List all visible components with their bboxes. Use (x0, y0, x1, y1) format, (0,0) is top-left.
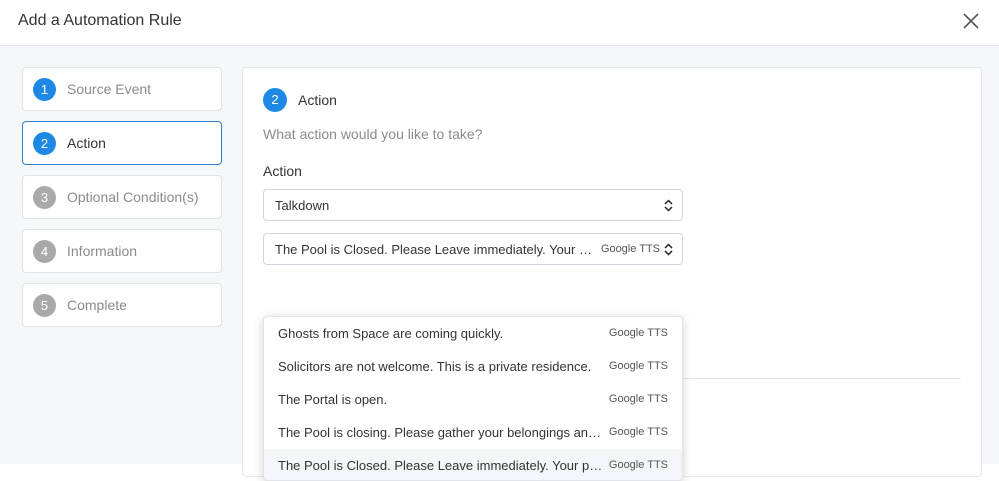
step-number-badge: 1 (33, 78, 56, 101)
action-type-select[interactable]: Talkdown (263, 189, 683, 221)
dropdown-option[interactable]: The Pool is closing. Please gather your … (264, 416, 682, 449)
step-number-badge: 2 (33, 132, 56, 155)
step-source-event[interactable]: 1 Source Event (22, 67, 222, 111)
modal-body: 1 Source Event 2 Action 3 Optional Condi… (0, 46, 999, 481)
tts-provider-tag: Google TTS (608, 327, 668, 339)
step-label: Action (67, 135, 106, 151)
modal-title: Add a Automation Rule (18, 12, 182, 29)
dropdown-option[interactable]: Ghosts from Space are coming quickly. Go… (264, 317, 682, 350)
panel-title: Action (298, 92, 337, 108)
action-field-label: Action (263, 163, 302, 179)
talkdown-message-value: The Pool is Closed. Please Leave immedia… (275, 242, 597, 257)
step-action[interactable]: 2 Action (22, 121, 222, 165)
option-text: Solicitors are not welcome. This is a pr… (278, 359, 592, 374)
step-complete[interactable]: 5 Complete (22, 283, 222, 327)
step-label: Complete (67, 297, 127, 313)
step-number-badge: 4 (33, 240, 56, 263)
tts-provider-tag: Google TTS (608, 459, 668, 471)
close-icon (963, 13, 979, 29)
talkdown-message-select[interactable]: The Pool is Closed. Please Leave immedia… (263, 233, 683, 265)
tts-provider-tag: Google TTS (608, 393, 668, 405)
step-list: 1 Source Event 2 Action 3 Optional Condi… (22, 67, 222, 337)
panel-step-badge: 2 (263, 88, 287, 112)
step-label: Optional Condition(s) (67, 189, 199, 205)
dropdown-option[interactable]: Solicitors are not welcome. This is a pr… (264, 350, 682, 383)
action-type-value: Talkdown (275, 198, 330, 213)
dropdown-option[interactable]: The Portal is open. Google TTS (264, 383, 682, 416)
option-text: The Pool is Closed. Please Leave immedia… (278, 458, 606, 473)
step-label: Information (67, 243, 138, 259)
tts-provider-tag: Google TTS (600, 243, 660, 255)
step-information[interactable]: 4 Information (22, 229, 222, 273)
updown-chevron-icon (664, 243, 673, 256)
panel-subtitle: What action would you like to take? (263, 126, 483, 142)
tts-provider-tag: Google TTS (608, 360, 668, 372)
updown-chevron-icon (664, 199, 673, 212)
dropdown-option-selected[interactable]: The Pool is Closed. Please Leave immedia… (264, 449, 682, 480)
talkdown-options-dropdown: Ghosts from Space are coming quickly. Go… (263, 316, 683, 481)
close-button[interactable] (961, 11, 981, 31)
modal-header: Add a Automation Rule (0, 0, 999, 46)
step-number-badge: 3 (33, 186, 56, 209)
tts-provider-tag: Google TTS (608, 426, 668, 438)
step-number-badge: 5 (33, 294, 56, 317)
option-text: The Pool is closing. Please gather your … (278, 425, 606, 440)
step-label: Source Event (67, 81, 152, 97)
step-optional-conditions[interactable]: 3 Optional Condition(s) (22, 175, 222, 219)
option-text: Ghosts from Space are coming quickly. (278, 326, 504, 341)
option-text: The Portal is open. (278, 392, 388, 407)
